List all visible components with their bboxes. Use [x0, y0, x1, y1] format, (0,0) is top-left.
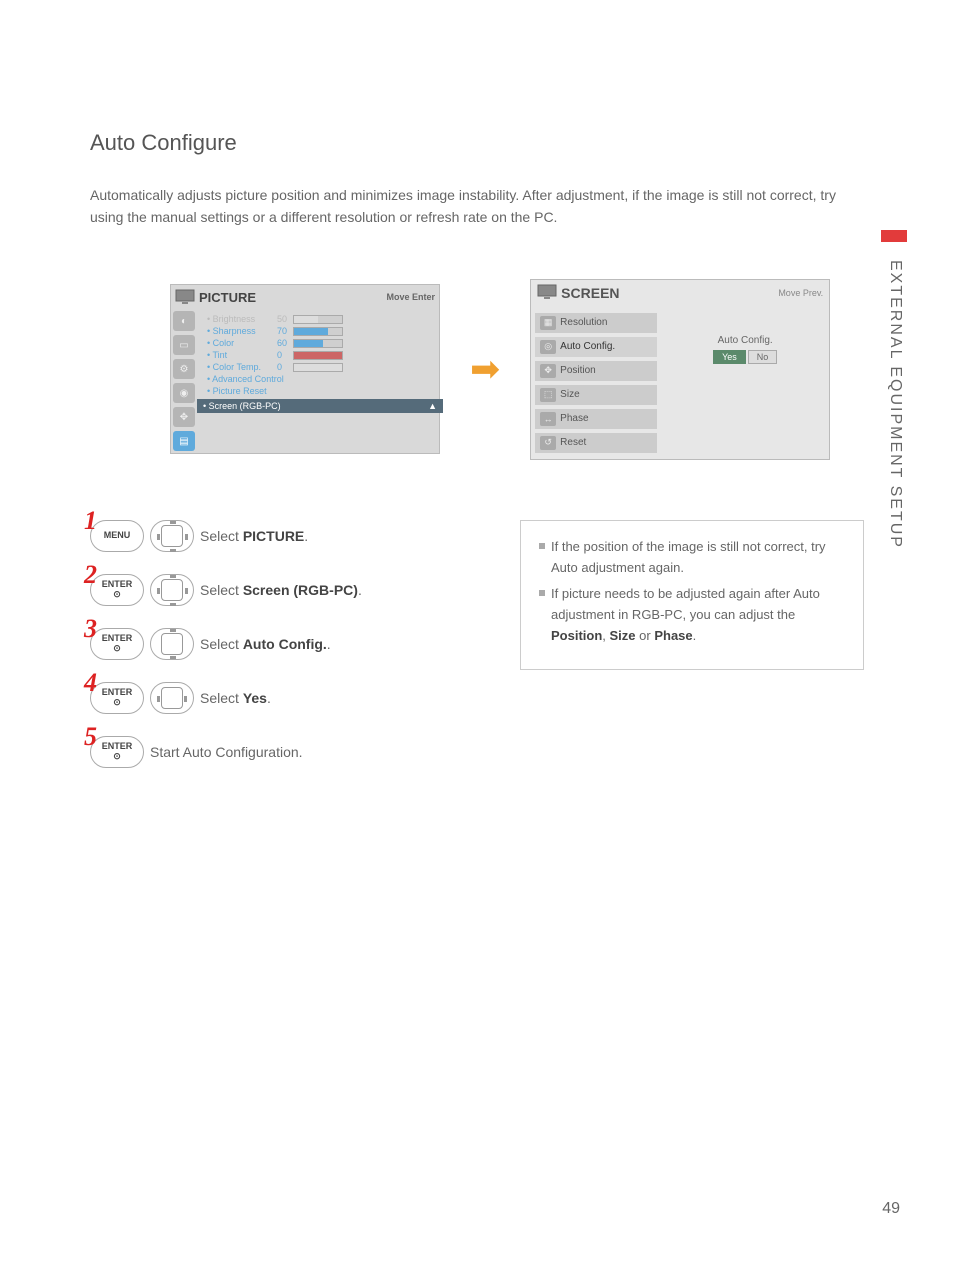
step-number: 1 — [84, 506, 97, 536]
page-title: Auto Configure — [90, 130, 864, 156]
picture-menu-title: PICTURE — [199, 290, 386, 305]
step-number: 3 — [84, 614, 97, 644]
step-text: Select Screen (RGB-PC). — [200, 582, 362, 598]
menu-item: • Color Temp. 0 — [207, 361, 433, 373]
bullet-icon — [539, 590, 545, 596]
picture-menu-hint: Move Enter — [386, 292, 435, 302]
arrow-right-icon: ➡ — [470, 348, 500, 390]
step-text: Select Auto Config.. — [200, 636, 331, 652]
screen-menu-hint: Move Prev. — [778, 288, 823, 298]
monitor-icon — [175, 289, 195, 305]
step-row: 3 ENTER⊙ Select Auto Config.. — [90, 628, 490, 660]
selected-menu-item: • Screen (RGB-PC) ▲ — [197, 399, 443, 413]
screen-menu-item: ✥Position — [535, 361, 657, 381]
page-number: 49 — [882, 1200, 900, 1218]
step-number: 5 — [84, 722, 97, 752]
nav-icon — [150, 682, 194, 714]
screen-menu-item: ↺Reset — [535, 433, 657, 453]
step-row: 1 MENU Select PICTURE. — [90, 520, 490, 552]
note-text: If picture needs to be adjusted again af… — [551, 584, 845, 646]
step-text: Select PICTURE. — [200, 528, 308, 544]
side-icon: ✥ — [173, 407, 195, 427]
intro-text: Automatically adjusts picture position a… — [90, 184, 864, 229]
step-row: 2 ENTER⊙ Select Screen (RGB-PC). — [90, 574, 490, 606]
step-number: 4 — [84, 668, 97, 698]
step-row: 4 ENTER⊙ Select Yes. — [90, 682, 490, 714]
nav-icon — [150, 574, 194, 606]
remote-button: ENTER⊙ — [90, 736, 144, 768]
nav-icon — [150, 520, 194, 552]
screen-menu-item: ▦Resolution — [535, 313, 657, 333]
side-icon: ▤ — [173, 431, 195, 451]
remote-button: MENU — [90, 520, 144, 552]
side-icon: ▭ — [173, 335, 195, 355]
step-number: 2 — [84, 560, 97, 590]
screen-menu-title: SCREEN — [561, 285, 778, 301]
remote-button: ENTER⊙ — [90, 682, 144, 714]
section-label: EXTERNAL EQUIPMENT SETUP — [886, 260, 904, 549]
steps-list: 1 MENU Select PICTURE. 2 ENTER⊙ Select S… — [90, 520, 490, 790]
menu-item: • Sharpness 70 — [207, 325, 433, 337]
side-icon: ◐ — [173, 311, 195, 331]
screen-menu-item: ⬚Size — [535, 385, 657, 405]
remote-button: ENTER⊙ — [90, 574, 144, 606]
step-text: Select Yes. — [200, 690, 271, 706]
screen-menu-item: ↔Phase — [535, 409, 657, 429]
menu-item: • Tint 0 — [207, 349, 433, 361]
remote-button: ENTER⊙ — [90, 628, 144, 660]
menu-item: • Advanced Control — [207, 373, 433, 385]
side-icon: ⚙ — [173, 359, 195, 379]
menu-item: • Brightness 50 — [207, 313, 433, 325]
side-tab — [881, 230, 907, 242]
note-text: If the position of the image is still no… — [551, 537, 845, 579]
monitor-icon — [537, 284, 557, 303]
notes-box: If the position of the image is still no… — [520, 520, 864, 670]
nav-icon — [150, 628, 194, 660]
screen-menu: SCREEN Move Prev. ▦Resolution ◎Auto Conf… — [530, 279, 830, 460]
menu-item: • Color 60 — [207, 337, 433, 349]
screen-menu-item: ◎Auto Config. — [535, 337, 657, 357]
no-button[interactable]: No — [748, 350, 778, 364]
step-text: Start Auto Configuration. — [150, 744, 303, 760]
picture-menu: PICTURE Move Enter ◐ ▭ ⚙ ◉ ✥ ▤ • Brightn… — [170, 284, 440, 454]
confirm-label: Auto Config. — [718, 335, 773, 346]
side-icon: ◉ — [173, 383, 195, 403]
bullet-icon — [539, 543, 545, 549]
menu-item: • Picture Reset — [207, 385, 433, 397]
step-row: 5 ENTER⊙ Start Auto Configuration. — [90, 736, 490, 768]
yes-button[interactable]: Yes — [713, 350, 746, 364]
